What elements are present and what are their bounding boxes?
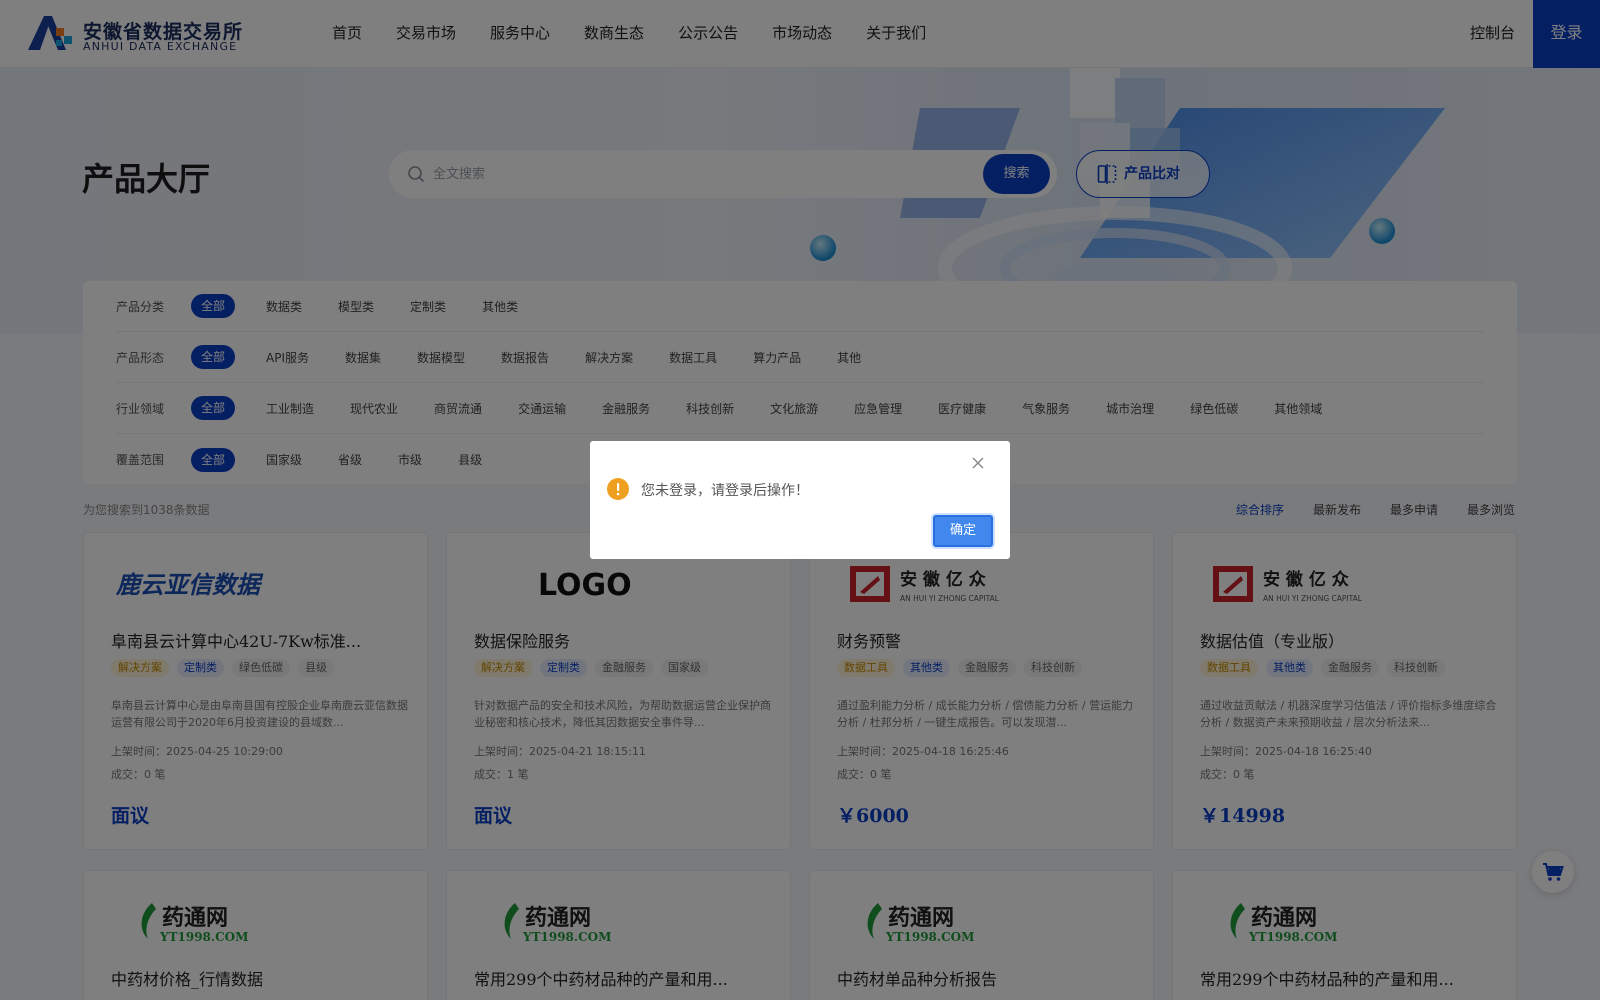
- close-icon[interactable]: [970, 455, 986, 471]
- confirm-button[interactable]: 确定: [933, 515, 993, 547]
- dialog-message: 您未登录，请登录后操作！: [641, 483, 809, 499]
- login-required-dialog: 您未登录，请登录后操作！ 确定: [590, 441, 1010, 559]
- warning-icon: [607, 478, 629, 500]
